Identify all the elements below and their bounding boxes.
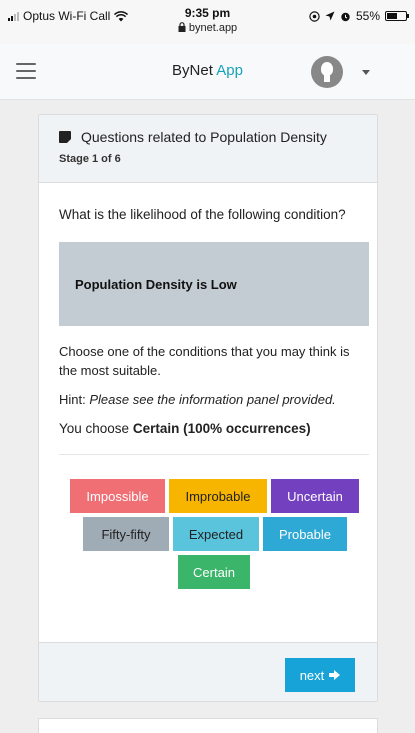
card-body: What is the likelihood of the following … [39,183,377,589]
status-url: bynet.app [0,22,415,34]
choice-prefix: You choose [59,421,130,436]
question-text: What is the likelihood of the following … [59,207,346,222]
lock-icon [178,22,186,32]
navigation-arrow-icon [325,11,335,21]
hint-text: Hint: Please see the information panel p… [59,392,377,407]
next-card-preview [38,718,378,733]
hint-label: Hint: [59,392,86,407]
url-label: bynet.app [188,22,238,34]
option-certain[interactable]: Certain [178,555,250,589]
question-card: Questions related to Population Density … [38,114,378,702]
option-impossible[interactable]: Impossible [70,479,165,513]
navbar: ByNet App [0,44,415,100]
option-improbable[interactable]: Improbable [169,479,267,513]
choice-value: Certain (100% occurrences) [132,421,311,436]
hint-detail: Please see the information panel provide… [89,392,336,407]
chevron-down-icon[interactable] [362,70,370,75]
card-footer: next [39,642,377,701]
option-uncertain[interactable]: Uncertain [271,479,359,513]
user-avatar-icon[interactable] [311,56,343,88]
battery-label: 55% [355,9,380,23]
question-title: Questions related to Population Density [81,129,327,145]
next-label: next [299,667,325,683]
location-icon [309,10,320,22]
stage-indicator: Stage 1 of 6 [59,153,121,165]
brand-accent: App [216,62,243,79]
status-right: 55% [309,9,409,23]
next-button[interactable]: next [285,658,355,692]
brand[interactable]: ByNet App [0,62,415,79]
option-expected[interactable]: Expected [173,517,259,551]
likelihood-options: Impossible Improbable Uncertain Fifty-fi… [39,455,377,589]
selected-choice: You choose Certain (100% occurrences) [59,421,377,436]
option-probable[interactable]: Probable [263,517,347,551]
note-icon [59,131,71,143]
battery-icon [385,11,409,21]
battery-fill [387,13,397,19]
alarm-icon [341,12,350,21]
question-heading: Questions related to Population Density [59,129,377,145]
option-fifty-fifty[interactable]: Fifty-fifty [83,517,169,551]
condition-box: Population Density is Low [59,242,369,326]
instruction-text: Choose one of the conditions that you ma… [59,344,350,378]
card-header: Questions related to Population Density … [39,115,377,183]
arrow-right-icon [329,670,341,680]
status-bar: Optus Wi-Fi Call 9:35 pm bynet.app 55% [0,0,415,44]
brand-name: ByNet [172,62,213,79]
condition-text: Population Density is Low [75,276,237,292]
